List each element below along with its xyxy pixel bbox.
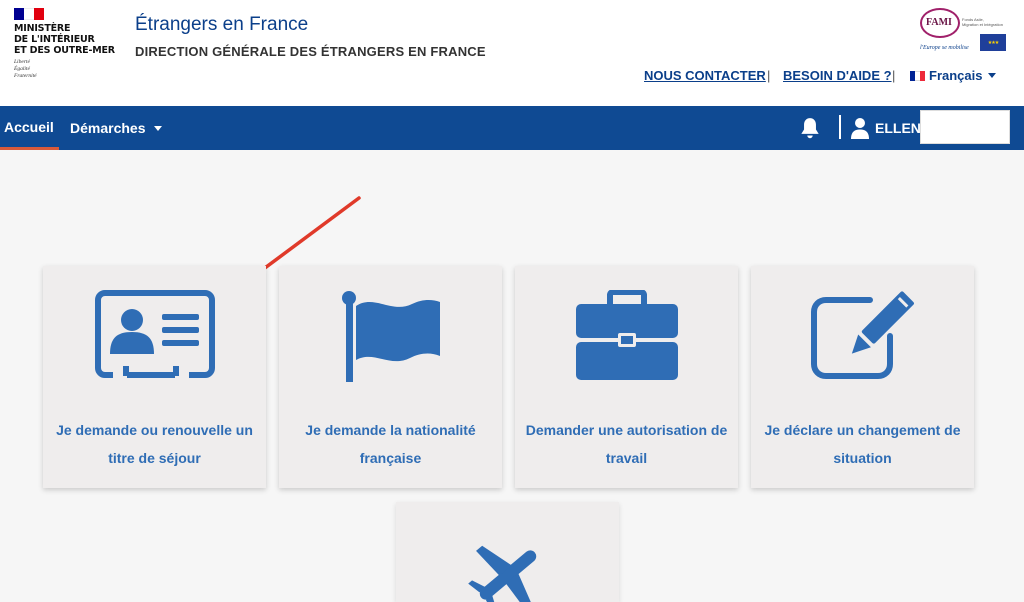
tile-autorisation-travail[interactable]: Demander une autorisation de travail — [515, 266, 738, 488]
nav-item-label: Accueil — [4, 119, 54, 135]
help-link[interactable]: BESOIN D'AIDE ? — [783, 68, 892, 83]
fami-logo: FAMI Fonds Asile, Migration et Intégrati… — [918, 6, 1013, 54]
language-selector[interactable]: Français — [910, 68, 997, 83]
site-subtitle: DIRECTION GÉNÉRALE DES ÉTRANGERS EN FRAN… — [135, 44, 486, 59]
fami-description: Fonds Asile, Migration et Intégration — [962, 17, 1003, 27]
ministry-logo[interactable]: MINISTÈRE DE L'INTÉRIEUR ET DES OUTRE-ME… — [14, 8, 124, 80]
fami-name: FAMI — [926, 17, 952, 28]
user-name[interactable]: ELLEN — [875, 120, 921, 136]
tile-titre-de-sejour[interactable]: Je demande ou renouvelle un titre de séj… — [43, 266, 266, 488]
edit-icon — [810, 291, 914, 379]
flag-icon — [341, 291, 440, 382]
nav-item-demarches[interactable]: Démarches — [70, 120, 162, 136]
id-card-icon — [94, 290, 215, 378]
contact-link[interactable]: NOUS CONTACTER — [644, 68, 766, 83]
tile-label: Je déclare un changement de situation — [764, 422, 961, 466]
site-title[interactable]: Étrangers en France — [135, 14, 308, 36]
user-name-field[interactable] — [920, 110, 1010, 144]
republic-motto: Liberté Égalité Fraternité — [14, 59, 37, 79]
tile-label: Demander une autorisation de travail — [525, 422, 728, 466]
marianne-flag-icon — [14, 8, 44, 20]
tile-nationalite[interactable]: Je demande la nationalité française — [279, 266, 502, 488]
tile-label: Je demande la nationalité française — [305, 422, 476, 466]
tile-changement-situation[interactable]: Je déclare un changement de situation — [751, 266, 974, 488]
active-indicator — [0, 147, 59, 150]
separator: | — [892, 68, 896, 83]
fami-tagline: l'Europe se mobilise — [920, 45, 969, 51]
bell-icon[interactable] — [797, 116, 823, 142]
language-label: Français — [929, 68, 983, 83]
ministry-name: MINISTÈRE DE L'INTÉRIEUR ET DES OUTRE-ME… — [14, 23, 115, 56]
eu-flag-icon: ★★★ — [980, 34, 1006, 51]
tile-voyage[interactable] — [396, 502, 619, 602]
main-navbar: Accueil Démarches ELLEN — [0, 106, 1024, 150]
french-flag-icon — [910, 70, 925, 81]
briefcase-icon — [575, 290, 678, 380]
separator: | — [767, 68, 771, 83]
site-header: MINISTÈRE DE L'INTÉRIEUR ET DES OUTRE-ME… — [0, 0, 1024, 106]
airplane-icon — [467, 545, 536, 602]
tile-label: Je demande ou renouvelle un titre de séj… — [56, 422, 253, 466]
nav-item-label: Démarches — [70, 120, 146, 136]
chevron-down-icon — [988, 73, 997, 78]
chevron-down-icon — [153, 125, 162, 131]
nav-item-accueil[interactable]: Accueil — [0, 106, 59, 150]
nav-divider — [839, 115, 841, 139]
user-icon[interactable] — [850, 117, 870, 139]
